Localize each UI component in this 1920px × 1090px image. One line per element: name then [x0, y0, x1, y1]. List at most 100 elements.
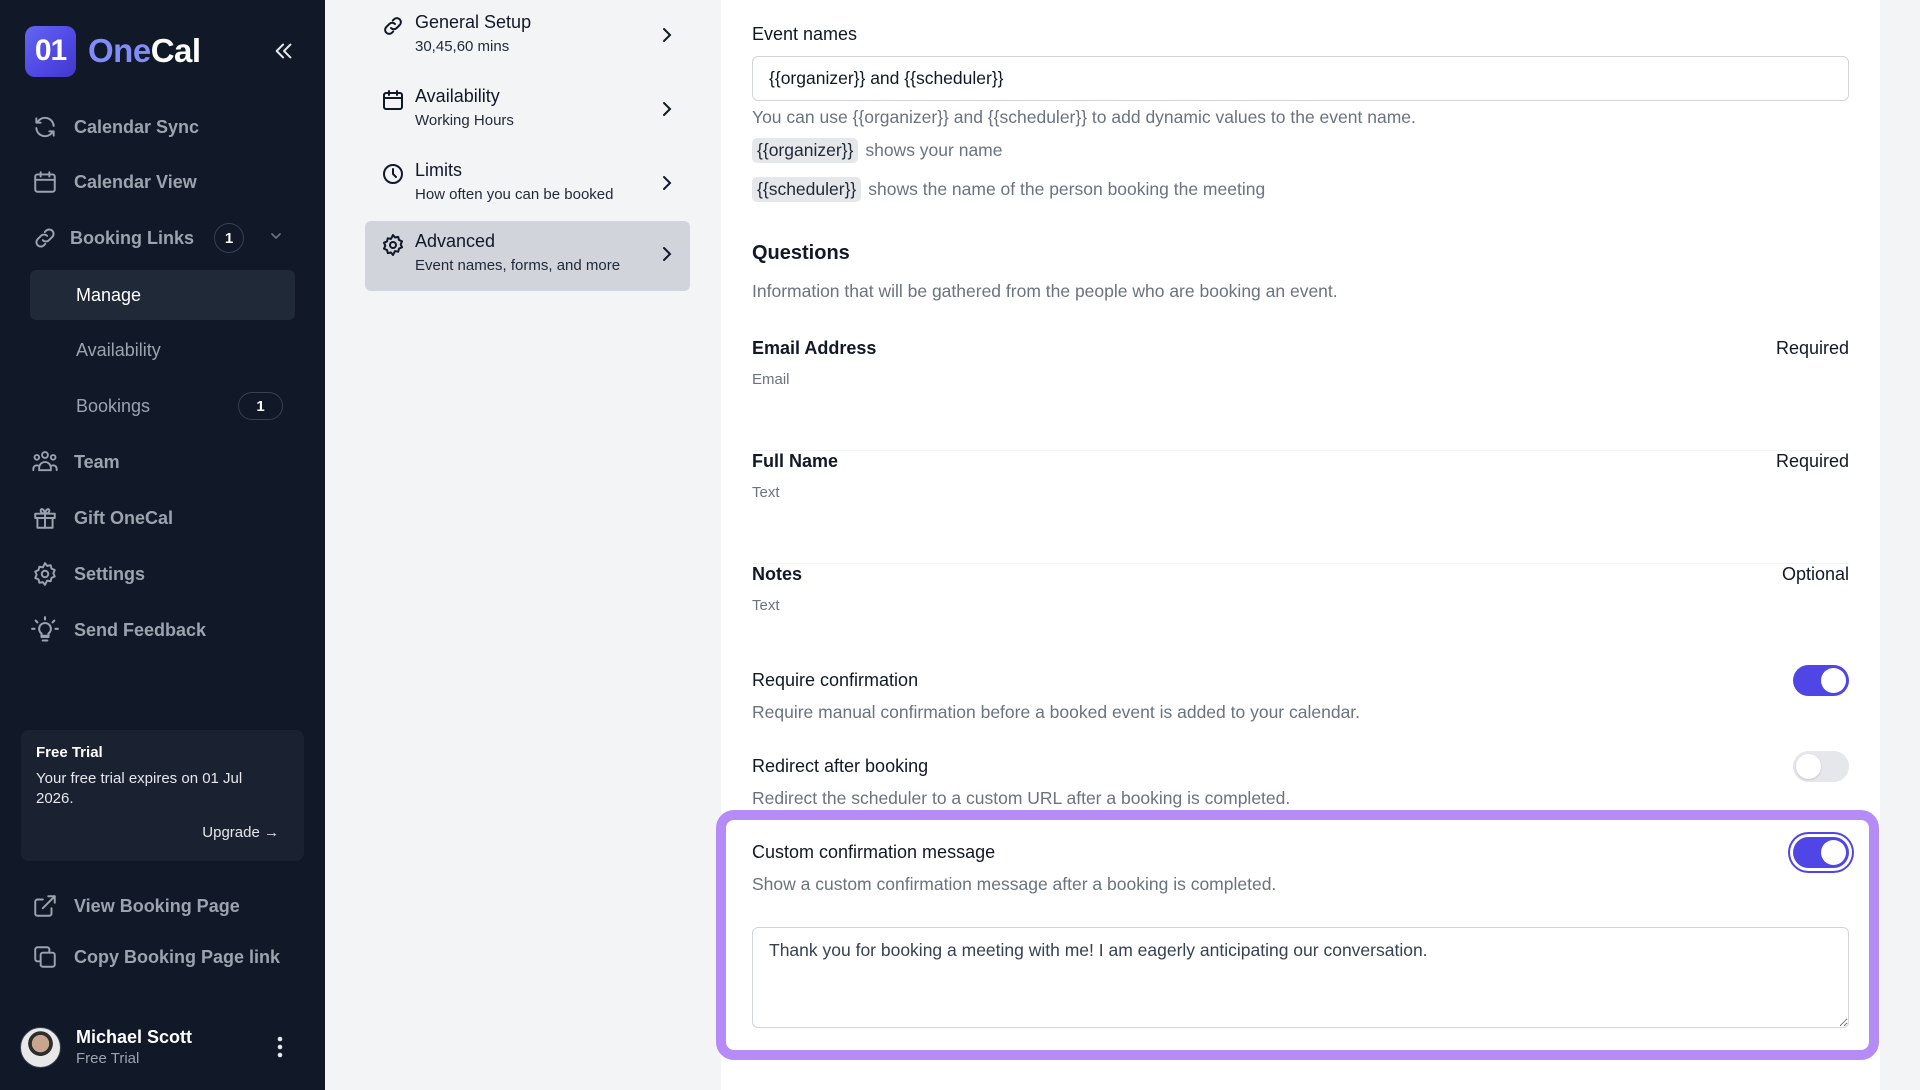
advanced-settings-panel: Event names You can use {{organizer}} an…	[716, 0, 1880, 1090]
sidebar-item-calendar-sync[interactable]: Calendar Sync	[30, 105, 295, 149]
gear-icon	[30, 559, 60, 589]
question-requirement: Required	[1775, 338, 1849, 358]
upgrade-link[interactable]: Upgrade →	[202, 824, 279, 841]
question-label: Email Address	[752, 338, 877, 358]
settings-nav-subtitle: Event names, forms, and more	[415, 257, 621, 274]
chevron-right-icon	[663, 247, 672, 261]
question-row[interactable]: Notes Text Optional	[752, 564, 1849, 677]
toggle-knob	[1821, 840, 1846, 865]
require-confirmation-label: Require confirmation	[752, 670, 919, 690]
collapse-sidebar-button[interactable]	[268, 35, 300, 67]
custom-confirmation-toggle[interactable]	[1793, 837, 1849, 868]
sidebar-item-label: Calendar View	[74, 171, 197, 192]
settings-nav-availability[interactable]: Availability Working Hours	[365, 76, 690, 146]
require-confirmation-toggle[interactable]	[1793, 665, 1849, 696]
sidebar-item-label: View Booking Page	[74, 895, 240, 916]
token-organizer-line: {{organizer}} shows your name	[752, 138, 1003, 163]
user-profile[interactable]: Michael Scott Free Trial	[20, 1025, 300, 1069]
scheduler-token: {{scheduler}}	[752, 177, 862, 202]
copy-booking-page-link[interactable]: Copy Booking Page link	[30, 935, 295, 979]
token-description: shows the name of the person booking the…	[868, 179, 1266, 199]
settings-nav-title: Availability	[415, 86, 500, 106]
custom-confirmation-desc: Show a custom confirmation message after…	[752, 874, 1277, 894]
sidebar-subitem-manage[interactable]: Manage	[30, 270, 295, 320]
question-row[interactable]: Email Address Email Required	[752, 338, 1849, 451]
right-gutter	[1880, 0, 1920, 1090]
sidebar-item-calendar-view[interactable]: Calendar View	[30, 160, 295, 204]
redirect-after-booking-toggle[interactable]	[1793, 751, 1849, 782]
toggle-knob	[1796, 754, 1821, 779]
sidebar: 01 OneCal Calendar Sync Calendar View Bo…	[0, 0, 325, 1090]
user-plan: Free Trial	[76, 1050, 140, 1067]
sidebar-item-label: Calendar Sync	[74, 116, 200, 137]
chevron-down-icon[interactable]	[268, 228, 284, 249]
settings-nav-limits[interactable]: Limits How often you can be booked	[365, 150, 690, 220]
settings-nav-title: General Setup	[415, 12, 532, 32]
sidebar-item-booking-links[interactable]: Booking Links 1	[30, 216, 295, 260]
view-booking-page-link[interactable]: View Booking Page	[30, 884, 295, 928]
questions-title: Questions	[752, 242, 850, 264]
sidebar-item-send-feedback[interactable]: Send Feedback	[30, 608, 295, 652]
team-icon	[30, 447, 60, 477]
link-icon	[384, 17, 402, 35]
sidebar-item-label: Send Feedback	[74, 619, 207, 640]
question-label: Full Name	[752, 451, 839, 471]
question-label: Notes	[752, 564, 803, 584]
calendar-icon	[30, 167, 60, 197]
sidebar-item-label: Copy Booking Page link	[74, 946, 281, 967]
kebab-menu-icon	[277, 1036, 283, 1058]
sidebar-item-label: Booking Links	[70, 227, 195, 248]
question-row[interactable]: Full Name Text Required	[752, 451, 1849, 564]
free-trial-card: Free Trial Your free trial expires on 01…	[21, 730, 304, 861]
sidebar-item-label: Team	[74, 451, 120, 472]
chevron-right-icon	[663, 176, 672, 190]
avatar	[20, 1026, 61, 1068]
sidebar-subitem-label: Availability	[76, 339, 161, 360]
organizer-token: {{organizer}}	[752, 138, 859, 163]
redirect-after-booking-label: Redirect after booking	[752, 756, 929, 776]
event-names-input[interactable]	[752, 56, 1849, 101]
copy-icon	[30, 942, 60, 972]
sidebar-subitem-bookings[interactable]: Bookings 1	[30, 381, 295, 431]
event-names-label: Event names	[752, 24, 858, 44]
sidebar-item-label: Settings	[74, 563, 146, 584]
question-requirement: Required	[1775, 451, 1849, 471]
booking-links-count-badge: 1	[214, 223, 244, 253]
booking-link-settings-nav: General Setup 30,45,60 mins Availability…	[325, 0, 721, 1090]
logo-mark: 01	[25, 25, 76, 77]
question-requirement: Optional	[1781, 564, 1849, 584]
sidebar-item-gift-onecal[interactable]: Gift OneCal	[30, 496, 295, 540]
settings-nav-subtitle: 30,45,60 mins	[415, 38, 510, 55]
questions-subtitle: Information that will be gathered from t…	[752, 281, 1338, 301]
custom-confirmation-label: Custom confirmation message	[752, 842, 996, 862]
settings-nav-title: Limits	[415, 160, 463, 180]
chevron-right-icon	[663, 102, 672, 116]
toggle-knob	[1821, 668, 1846, 693]
logo[interactable]: 01 OneCal	[25, 25, 300, 77]
sidebar-subitem-label: Bookings	[76, 395, 151, 416]
settings-nav-advanced[interactable]: Advanced Event names, forms, and more	[365, 221, 690, 291]
confirmation-message-textarea[interactable]: Thank you for booking a meeting with me!…	[752, 927, 1849, 1028]
question-type: Email	[752, 371, 790, 388]
bookings-count-badge: 1	[238, 392, 283, 420]
calendar-icon	[383, 90, 403, 110]
redirect-after-booking-desc: Redirect the scheduler to a custom URL a…	[752, 788, 1291, 808]
clock-icon	[383, 164, 403, 184]
settings-nav-general-setup[interactable]: General Setup 30,45,60 mins	[365, 2, 690, 72]
external-link-icon	[30, 891, 60, 921]
question-type: Text	[752, 597, 780, 614]
sidebar-subitem-label: Manage	[76, 284, 142, 305]
sync-icon	[30, 112, 60, 142]
question-type: Text	[752, 484, 780, 501]
double-chevron-left-icon	[275, 43, 292, 59]
trial-text: Your free trial expires on 01 Jul 2026.	[36, 770, 243, 807]
settings-nav-title: Advanced	[415, 231, 496, 251]
lightbulb-icon	[30, 615, 60, 645]
sidebar-subitem-availability[interactable]: Availability	[30, 325, 295, 375]
gear-icon	[383, 234, 403, 256]
user-menu-button[interactable]	[270, 1033, 290, 1061]
gift-icon	[30, 503, 60, 533]
token-description: shows your name	[865, 140, 1003, 160]
sidebar-item-team[interactable]: Team	[30, 440, 295, 484]
sidebar-item-settings[interactable]: Settings	[30, 552, 295, 596]
